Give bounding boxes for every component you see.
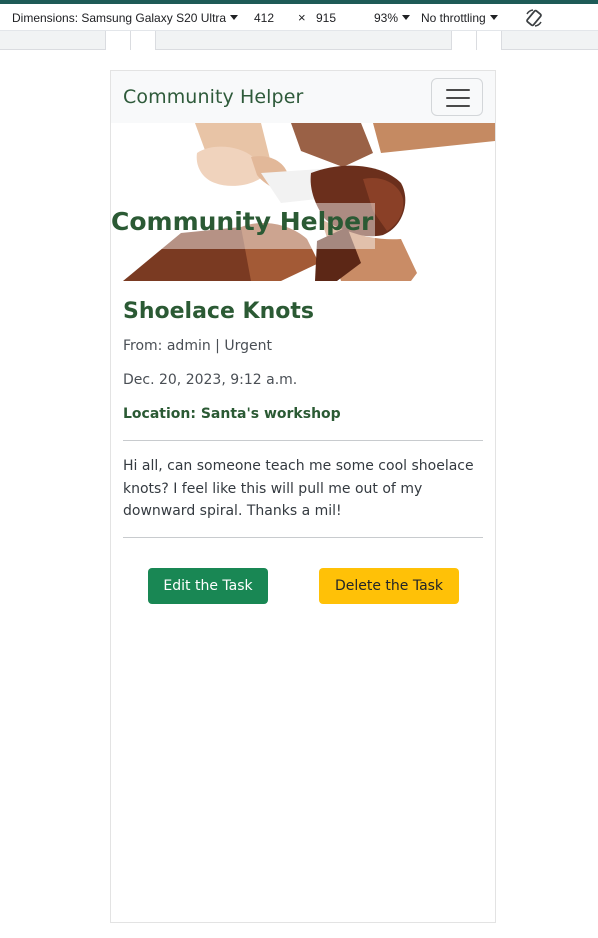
hero-banner: Community Helper xyxy=(111,123,495,281)
divider xyxy=(123,440,483,441)
width-input[interactable]: 412 xyxy=(254,11,274,25)
zoom-label: 93% xyxy=(374,11,399,25)
navbar: Community Helper xyxy=(111,71,495,123)
hero-title-box: Community Helper xyxy=(111,203,375,249)
hero-title: Community Helper xyxy=(111,207,374,236)
task-meta: From: admin | Urgent xyxy=(123,338,272,354)
chevron-down-icon xyxy=(402,15,411,20)
dimensions-dropdown[interactable]: Dimensions: Samsung Galaxy S20 Ultra xyxy=(12,11,239,25)
device-viewport: Community Helper Community Helper Shoela… xyxy=(110,70,496,923)
ruler-segment[interactable] xyxy=(130,31,156,50)
rotate-icon[interactable] xyxy=(524,8,544,28)
task-title: Shoelace Knots xyxy=(123,299,314,324)
divider xyxy=(123,536,483,538)
throttling-label: No throttling xyxy=(421,11,486,25)
edit-task-button[interactable]: Edit the Task xyxy=(148,568,268,604)
task-date: Dec. 20, 2023, 9:12 a.m. xyxy=(123,372,298,388)
task-detail: Shoelace Knots From: admin | Urgent Dec.… xyxy=(123,299,483,538)
times-separator: × xyxy=(298,10,306,25)
delete-task-button[interactable]: Delete the Task xyxy=(319,568,459,604)
device-toolbar: Dimensions: Samsung Galaxy S20 Ultra 412… xyxy=(0,4,598,31)
task-location: Location: Santa's workshop xyxy=(123,406,341,422)
ruler-segment[interactable] xyxy=(476,31,502,50)
hands-holding-wrists-image xyxy=(123,123,495,281)
navbar-brand[interactable]: Community Helper xyxy=(123,86,303,108)
ruler-segment[interactable] xyxy=(451,31,477,50)
height-input[interactable]: 915 xyxy=(316,11,336,25)
navbar-toggler-button[interactable] xyxy=(431,78,483,116)
media-query-ruler xyxy=(0,31,598,50)
throttling-dropdown[interactable]: No throttling xyxy=(421,11,498,25)
ruler-segment[interactable] xyxy=(105,31,131,50)
zoom-dropdown[interactable]: 93% xyxy=(374,11,411,25)
dimensions-label: Dimensions: Samsung Galaxy S20 Ultra xyxy=(12,11,227,25)
chevron-down-icon xyxy=(230,15,239,20)
task-description: Hi all, can someone teach me some cool s… xyxy=(123,458,474,519)
chevron-down-icon xyxy=(489,15,498,20)
